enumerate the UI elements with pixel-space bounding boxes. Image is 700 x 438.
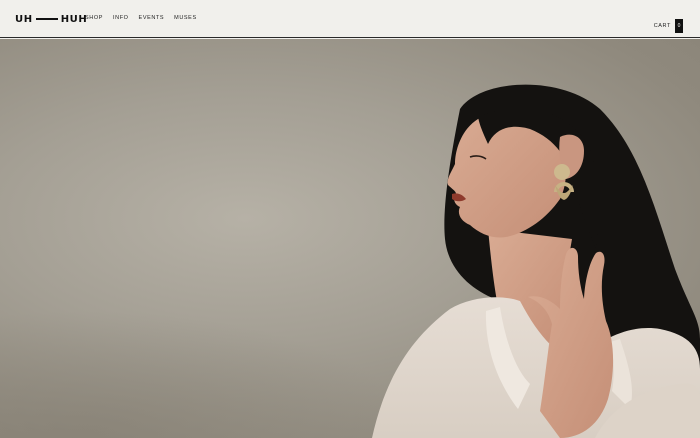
background-shadow — [0, 279, 420, 438]
nav-item-shop[interactable]: SHOP — [85, 15, 103, 21]
site-logo[interactable]: UH HUH — [15, 13, 87, 25]
main-nav: SHOP INFO EVENTS MUSES — [85, 15, 197, 21]
nav-item-info[interactable]: INFO — [113, 15, 129, 21]
hero-image — [0, 39, 700, 438]
site-header: UH HUH SHOP INFO EVENTS MUSES CART 0 — [0, 0, 700, 38]
cart-button[interactable]: CART 0 — [654, 19, 683, 33]
nav-item-events[interactable]: EVENTS — [139, 15, 165, 21]
cart-label: CART — [653, 23, 671, 29]
logo-dash — [35, 18, 58, 20]
cart-count-badge: 0 — [675, 19, 683, 33]
logo-text-right: HUH — [60, 13, 88, 25]
nav-item-muses[interactable]: MUSES — [174, 15, 197, 21]
logo-text-left: UH — [15, 13, 33, 25]
hero-photo-illustration — [0, 84, 700, 438]
